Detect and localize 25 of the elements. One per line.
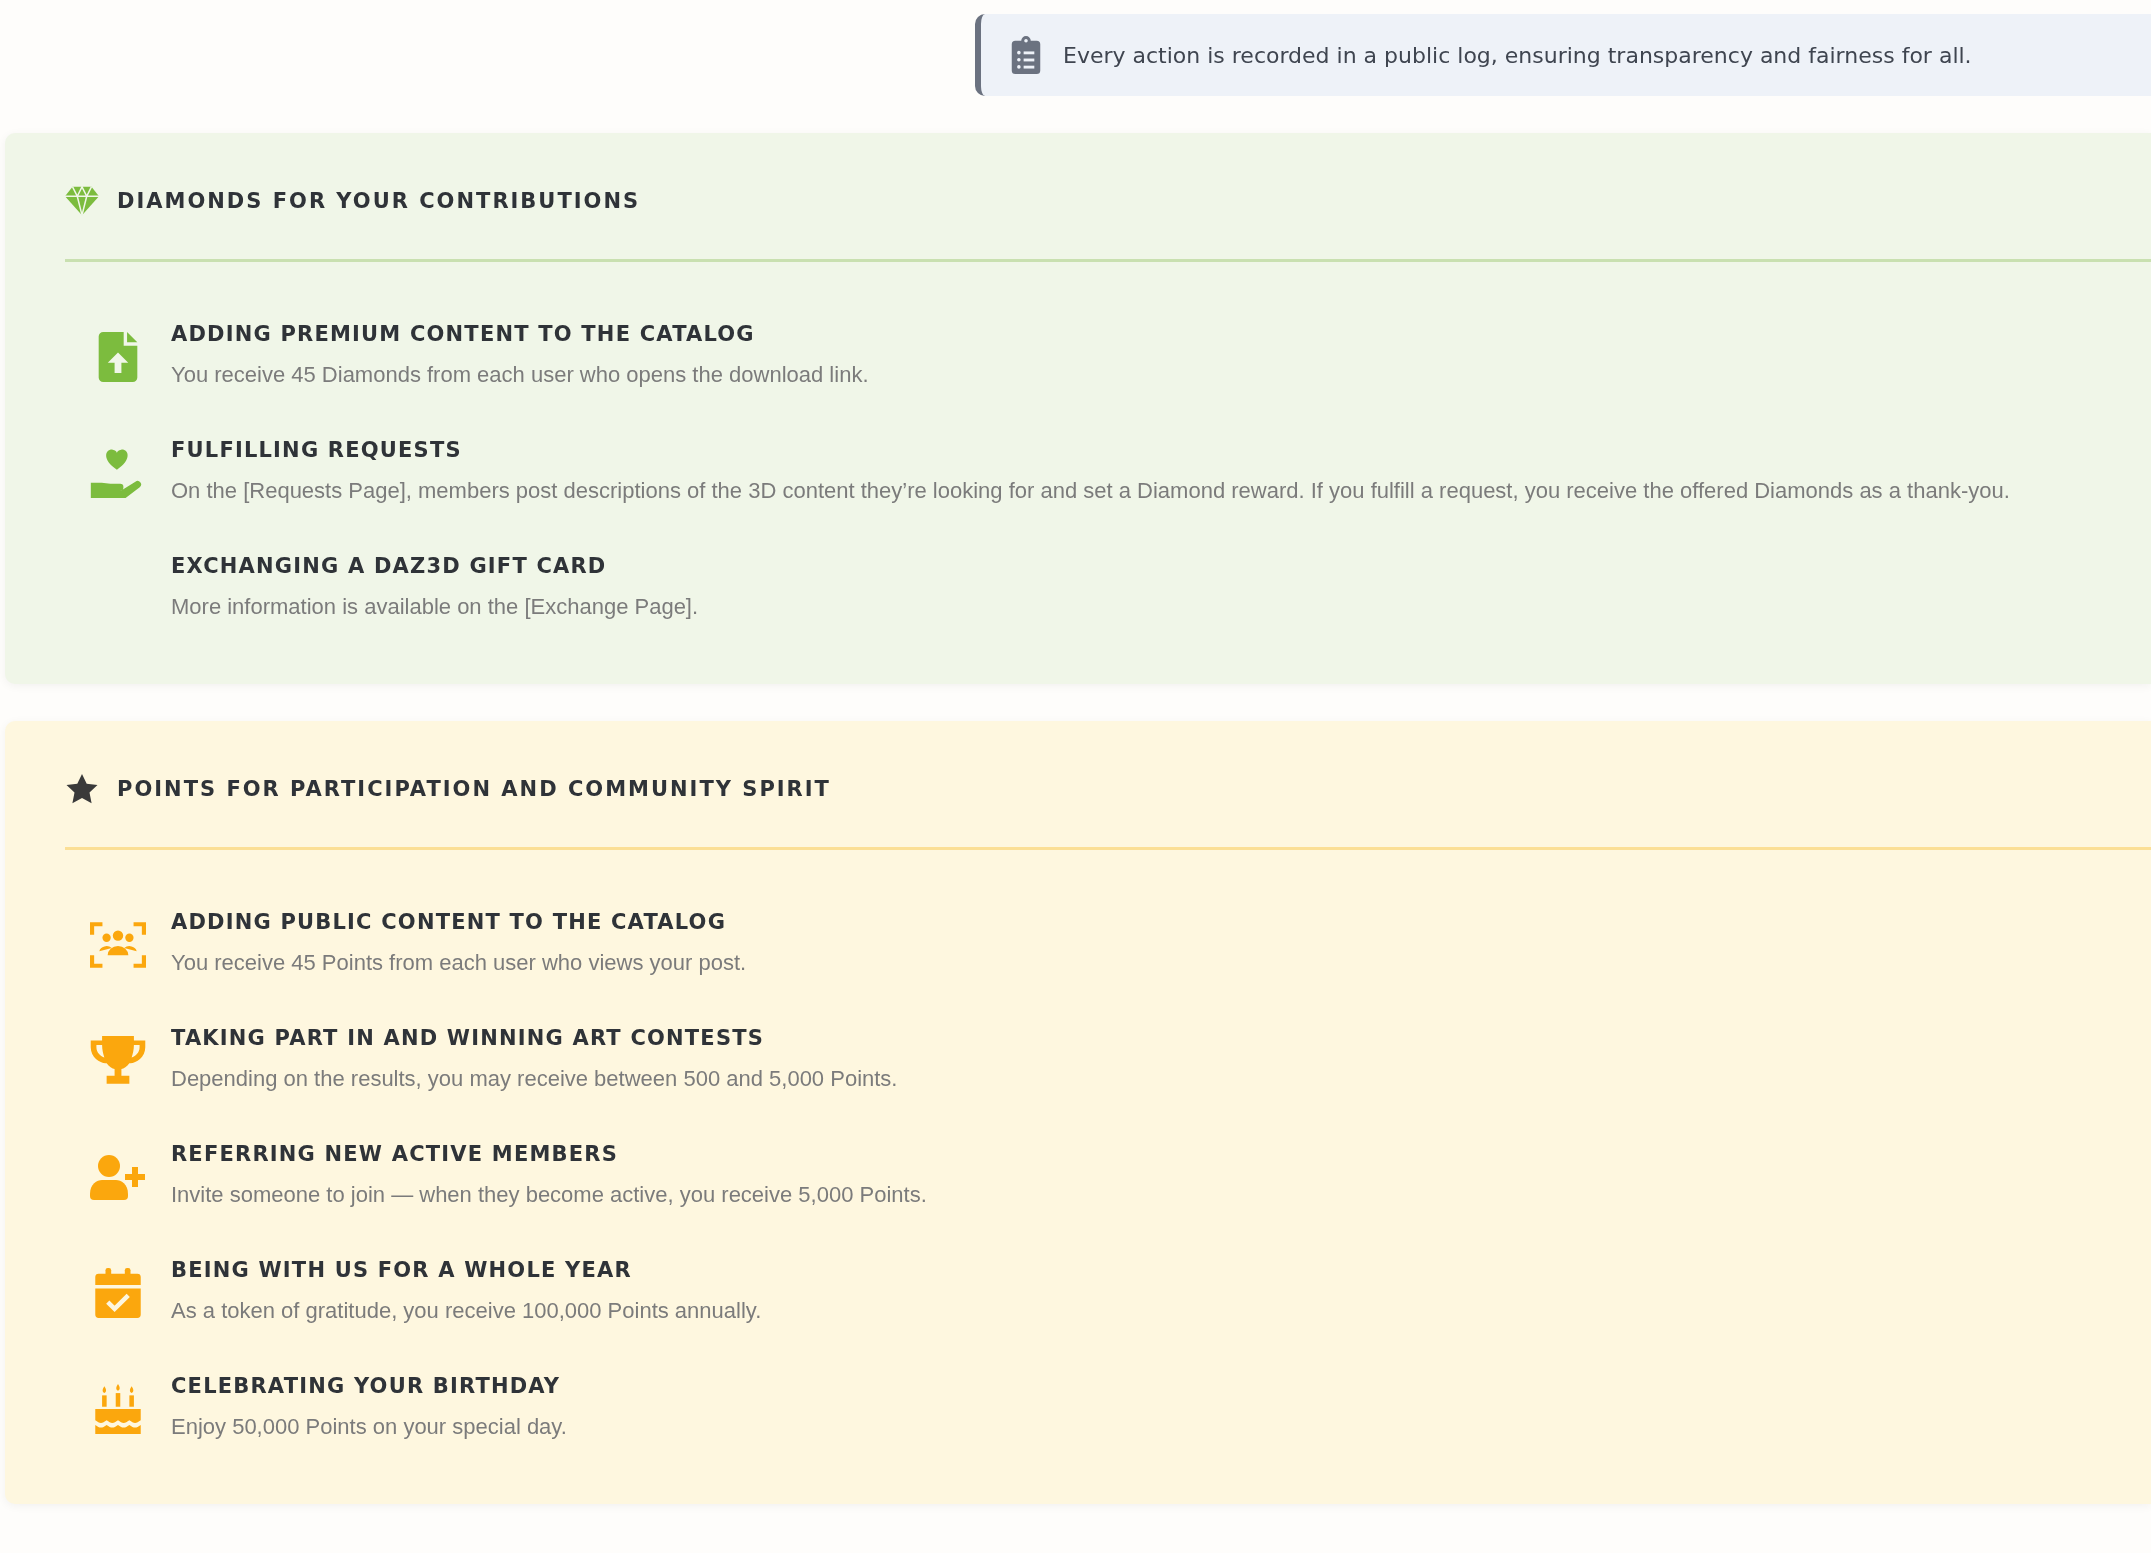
item-description: Depending on the results, you may receive between 500 and 5,000 Points. xyxy=(171,1066,898,1092)
gem-icon xyxy=(65,186,99,216)
user-plus-icon xyxy=(90,1152,146,1202)
item-title: TAKING PART IN AND WINNING ART CONTESTS xyxy=(171,1026,766,1050)
trophy-icon xyxy=(90,1036,146,1086)
item-title: BEING WITH US FOR A WHOLE YEAR xyxy=(171,1258,633,1282)
item-title: FULFILLING REQUESTS xyxy=(171,438,463,462)
clipboard-list-icon xyxy=(1011,36,1041,74)
item-description: Invite someone to join — when they become active, you receive 5,000 Points. xyxy=(171,1182,927,1208)
item-description: You receive 45 Diamonds from each user who opens the download link. xyxy=(171,362,869,388)
item-title: REFERRING NEW ACTIVE MEMBERS xyxy=(171,1142,619,1166)
item-title: CELEBRATING YOUR BIRTHDAY xyxy=(171,1374,562,1398)
notice-text: Every action is recorded in a public log, ensuring transparency and fairness for all. xyxy=(1063,42,1972,68)
item-description: More information is available on the [Exchange Page]. xyxy=(171,594,699,620)
item-description: As a token of gratitude, you receive 100,000 Points annually. xyxy=(171,1298,762,1324)
item-description: On the [Requests Page], members post descriptions of the 3D content they’re looking for and set a Diamond reward. If you fulfill a request, you receive the offered Diamonds as a thank-you. xyxy=(171,478,2010,504)
star-icon xyxy=(65,774,99,804)
item-description: Enjoy 50,000 Points on your special day. xyxy=(171,1414,567,1440)
item-title: ADDING PREMIUM CONTENT TO THE CATALOG xyxy=(171,322,756,346)
item-title: EXCHANGING A DAZ3D GIFT CARD xyxy=(171,554,608,578)
section-heading: DIAMONDS FOR YOUR CONTRIBUTIONS xyxy=(117,189,641,213)
section-heading: POINTS FOR PARTICIPATION AND COMMUNITY SPIRIT xyxy=(117,777,831,801)
item-description: You receive 45 Points from each user who views your post. xyxy=(171,950,747,976)
people-frame-icon xyxy=(90,920,146,970)
item-title: ADDING PUBLIC CONTENT TO THE CATALOG xyxy=(171,910,728,934)
